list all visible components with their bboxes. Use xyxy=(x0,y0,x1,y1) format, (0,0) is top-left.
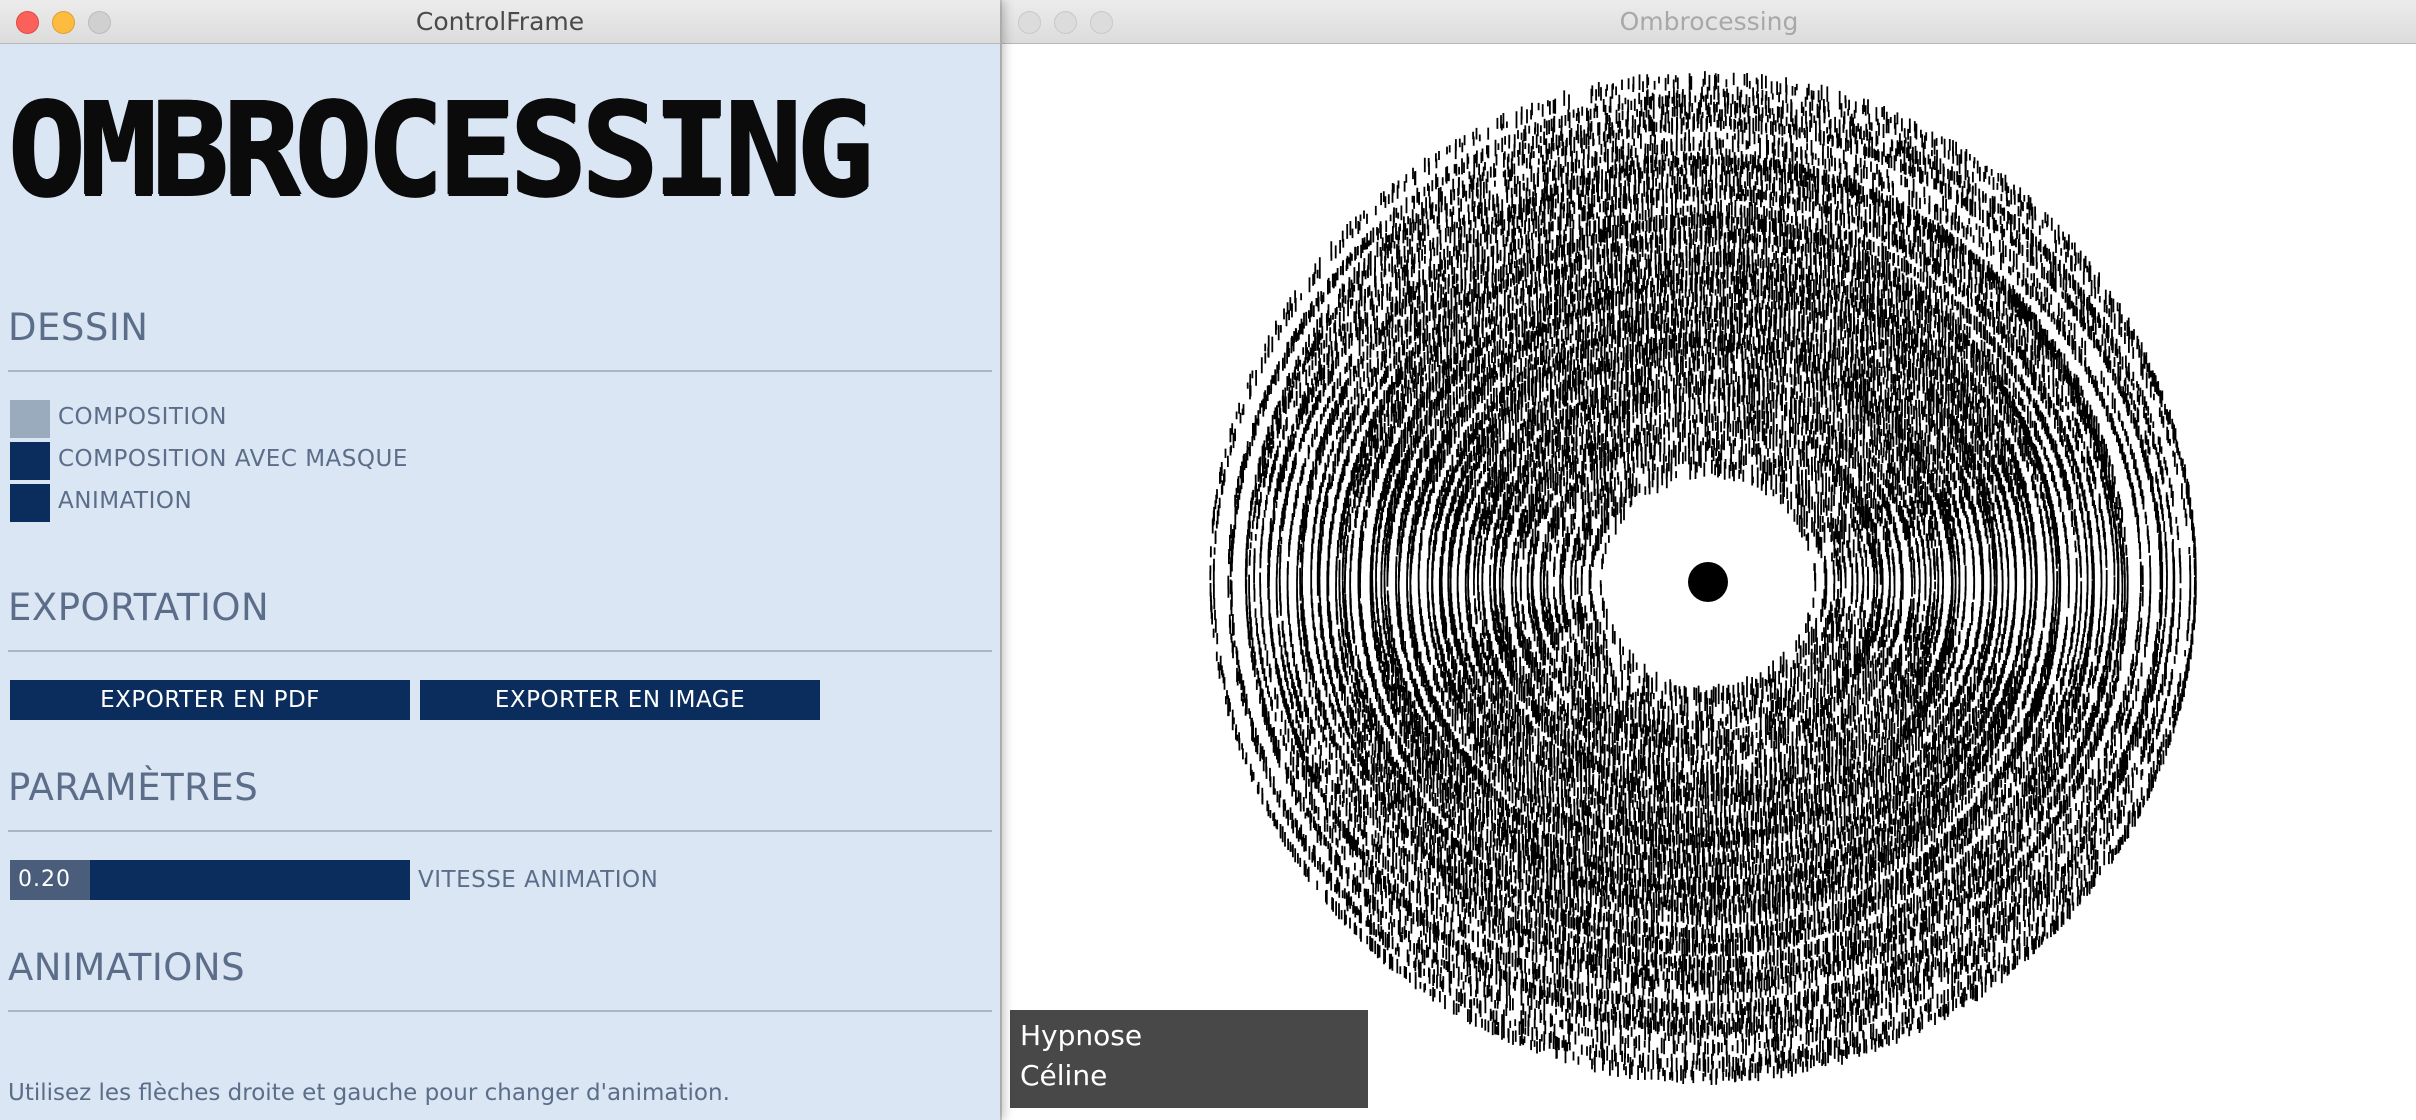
control-panel: OMBROCESSING DESSIN COMPOSITION COMPOSIT… xyxy=(0,44,1000,1120)
toggle-label-composition-avec-masque: COMPOSITION AVEC MASQUE xyxy=(58,446,408,472)
export-pdf-button[interactable]: EXPORTER EN PDF xyxy=(10,680,410,720)
hypnotic-spiral-drawing xyxy=(1209,71,2197,1085)
slider-value: 0.20 xyxy=(18,867,71,892)
control-frame-window: ControlFrame OMBROCESSING DESSIN COMPOSI… xyxy=(0,0,1000,1120)
animation-speed-slider[interactable]: 0.20 xyxy=(10,860,410,900)
section-title-exportation: EXPORTATION xyxy=(8,586,270,629)
control-frame-titlebar[interactable]: ControlFrame xyxy=(0,0,1000,44)
toggle-composition[interactable] xyxy=(10,400,50,438)
author-name: Céline xyxy=(1020,1059,1108,1092)
spiral-center-dot xyxy=(1688,562,1728,602)
export-image-button[interactable]: EXPORTER EN IMAGE xyxy=(420,680,820,720)
ombrocessing-titlebar[interactable]: Ombrocessing xyxy=(1002,0,2416,44)
section-title-dessin: DESSIN xyxy=(8,306,149,349)
section-title-parametres: PARAMÈTRES xyxy=(8,766,259,809)
window-title: Ombrocessing xyxy=(1619,7,1799,36)
divider xyxy=(8,370,992,372)
ombrocessing-window: Ombrocessing Hypnose Céline xyxy=(1002,0,2416,1120)
help-text: Utilisez les flèches droite et gauche po… xyxy=(8,1080,730,1106)
animation-info-overlay: Hypnose Céline xyxy=(1010,1010,1368,1108)
divider xyxy=(8,830,992,832)
drawing-canvas[interactable]: Hypnose Céline xyxy=(1002,44,2416,1120)
toggle-animation[interactable] xyxy=(10,484,50,522)
divider xyxy=(8,650,992,652)
toggle-label-animation: ANIMATION xyxy=(58,488,193,514)
app-title: OMBROCESSING xyxy=(8,75,874,225)
divider xyxy=(8,1010,992,1012)
animation-name: Hypnose xyxy=(1020,1019,1143,1052)
window-title: ControlFrame xyxy=(415,7,585,36)
toggle-label-composition: COMPOSITION xyxy=(58,404,228,430)
toggle-composition-avec-masque[interactable] xyxy=(10,442,50,480)
section-title-animations: ANIMATIONS xyxy=(8,946,246,989)
slider-label: VITESSE ANIMATION xyxy=(418,867,659,893)
